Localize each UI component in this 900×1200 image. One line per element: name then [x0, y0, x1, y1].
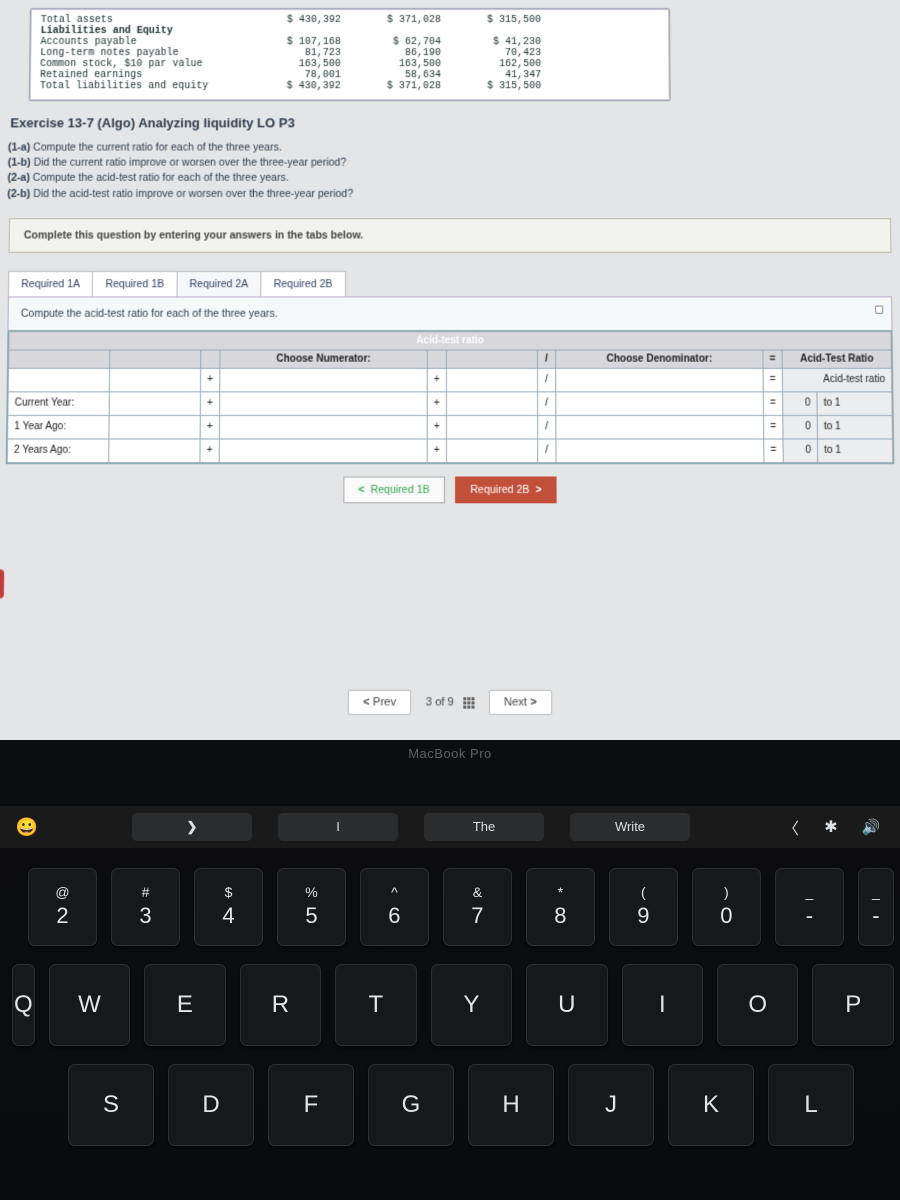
- y2-num-c[interactable]: [453, 442, 531, 458]
- y2-result: 0: [783, 439, 818, 463]
- chevron-right-icon: >: [530, 696, 537, 709]
- key-h[interactable]: H: [468, 1064, 554, 1146]
- tab-required-2a[interactable]: Required 2A: [176, 271, 261, 296]
- chevron-right-icon: >: [535, 484, 541, 496]
- red-tab-edge: [0, 569, 4, 598]
- emoji-icon[interactable]: 😀: [10, 817, 44, 838]
- y2-num-a[interactable]: [115, 442, 193, 458]
- denominator-select-blank[interactable]: [562, 372, 757, 388]
- volume-icon[interactable]: 🔊: [858, 818, 884, 836]
- numerator-header: Choose Numerator:: [220, 350, 428, 368]
- cy-num-select[interactable]: [226, 395, 421, 411]
- key--[interactable]: _-: [775, 868, 844, 946]
- result-header: Acid-Test Ratio: [782, 350, 891, 368]
- prediction-arrow[interactable]: ❯: [132, 813, 252, 841]
- key-4[interactable]: $4: [194, 868, 263, 946]
- touch-bar: 😀 ❯ I The Write 〈 ✱ 🔊: [0, 806, 900, 848]
- next-tab-button[interactable]: Required 2B >: [455, 476, 557, 503]
- sub-instruction: Compute the acid-test ratio for each of …: [7, 296, 892, 330]
- answer-table-wrap: Acid-test ratio Choose Numerator: / Choo…: [6, 330, 895, 464]
- key-2[interactable]: @2: [28, 868, 97, 946]
- key-r[interactable]: R: [240, 964, 321, 1046]
- key-l[interactable]: L: [768, 1064, 854, 1146]
- y1-num-a[interactable]: [116, 419, 194, 435]
- key-i[interactable]: I: [622, 964, 703, 1046]
- prediction-the[interactable]: The: [424, 813, 544, 841]
- key-q-edge[interactable]: Q: [12, 964, 35, 1046]
- key-3[interactable]: #3: [111, 868, 180, 946]
- table-title: Acid-test ratio: [9, 331, 892, 349]
- exercise-title: Exercise 13-7 (Algo) Analyzing liquidity…: [10, 115, 894, 130]
- key-t[interactable]: T: [335, 964, 416, 1046]
- key-y[interactable]: Y: [431, 964, 512, 1046]
- prev-tab-button[interactable]: < Required 1B: [343, 476, 445, 503]
- y1-num-c[interactable]: [453, 419, 531, 435]
- key-k[interactable]: K: [668, 1064, 754, 1146]
- expand-icon[interactable]: [875, 305, 883, 313]
- result-sub: Acid-test ratio: [782, 368, 892, 392]
- chevron-left-icon: <: [363, 696, 370, 709]
- key-w[interactable]: W: [49, 964, 130, 1046]
- pager-next-button[interactable]: Next >: [489, 690, 553, 715]
- y1-den-select[interactable]: [562, 419, 757, 435]
- question-pager: < Prev 3 of 9 Next >: [0, 690, 900, 715]
- y1-num-select[interactable]: [226, 419, 421, 435]
- question-block: (1-a) Compute the current ratio for each…: [7, 140, 895, 201]
- num-c-blank[interactable]: [453, 372, 531, 388]
- tab-required-2b[interactable]: Required 2B: [260, 271, 345, 296]
- key-e[interactable]: E: [144, 964, 225, 1046]
- key-o[interactable]: O: [717, 964, 798, 1046]
- numerator-select-blank[interactable]: [226, 372, 421, 388]
- key-u[interactable]: U: [526, 964, 607, 1046]
- key-edge[interactable]: _-: [858, 868, 894, 946]
- prediction-write[interactable]: Write: [570, 813, 690, 841]
- y1-result: 0: [783, 415, 818, 439]
- y2-den-select[interactable]: [562, 442, 757, 458]
- grid-icon[interactable]: [463, 697, 474, 708]
- brightness-icon[interactable]: ✱: [818, 817, 844, 837]
- key-8[interactable]: *8: [526, 868, 595, 946]
- chevron-left-icon: <: [358, 484, 364, 496]
- tab-bar: Required 1A Required 1B Required 2A Requ…: [8, 271, 896, 296]
- key-7[interactable]: &7: [443, 868, 512, 946]
- key-5[interactable]: %5: [277, 868, 346, 946]
- fin-label: Total assets: [41, 15, 241, 26]
- key-d[interactable]: D: [168, 1064, 254, 1146]
- pager-prev-button[interactable]: < Prev: [348, 690, 412, 715]
- key-f[interactable]: F: [268, 1064, 354, 1146]
- cy-den-select[interactable]: [562, 395, 757, 411]
- num-a-blank[interactable]: [116, 372, 194, 388]
- chevron-left-icon[interactable]: 〈: [778, 815, 804, 839]
- key-9[interactable]: (9: [609, 868, 678, 946]
- denominator-header: Choose Denominator:: [556, 350, 764, 368]
- keyboard: @2#3$4%5^6&7*8(9)0_-_- QWERTYUIOP SDFGHJ…: [0, 858, 900, 1164]
- laptop-brand: MacBook Pro: [0, 740, 900, 761]
- instruction-bar: Complete this question by entering your …: [9, 218, 892, 252]
- key-6[interactable]: ^6: [360, 868, 429, 946]
- pager-position: 3 of 9: [426, 696, 475, 709]
- financials-panel: Total assets$ 430,392$ 371,028$ 315,500 …: [29, 8, 671, 101]
- row-label: [8, 368, 109, 392]
- prediction-i[interactable]: I: [278, 813, 398, 841]
- tab-required-1a[interactable]: Required 1A: [8, 271, 93, 296]
- cy-num-a[interactable]: [116, 395, 194, 411]
- key-j[interactable]: J: [568, 1064, 654, 1146]
- key-g[interactable]: G: [368, 1064, 454, 1146]
- y2-num-select[interactable]: [226, 442, 421, 458]
- cy-result: 0: [782, 392, 817, 416]
- key-0[interactable]: )0: [692, 868, 761, 946]
- key-p[interactable]: P: [812, 964, 893, 1046]
- tab-required-1b[interactable]: Required 1B: [92, 271, 177, 296]
- cy-num-c[interactable]: [453, 395, 531, 411]
- key-s[interactable]: S: [68, 1064, 154, 1146]
